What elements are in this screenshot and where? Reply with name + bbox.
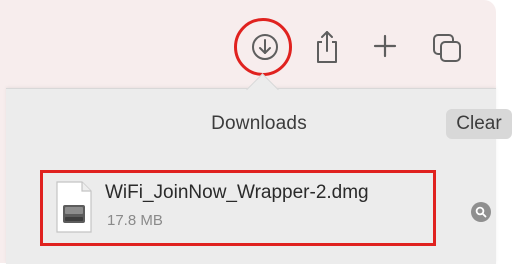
share-icon[interactable] [313, 28, 341, 66]
magnifier-icon[interactable] [470, 201, 492, 223]
download-file-size: 17.8 MB [107, 212, 163, 229]
downloads-title: Downloads [211, 113, 307, 134]
download-file-name[interactable]: WiFi_JoinNow_Wrapper-2.dmg [105, 182, 369, 204]
clear-button[interactable]: Clear [446, 109, 512, 139]
tab-overview-icon[interactable] [430, 31, 464, 65]
disk-image-file-icon [54, 180, 94, 234]
download-button-highlight [234, 18, 292, 76]
plus-icon[interactable] [370, 31, 400, 61]
